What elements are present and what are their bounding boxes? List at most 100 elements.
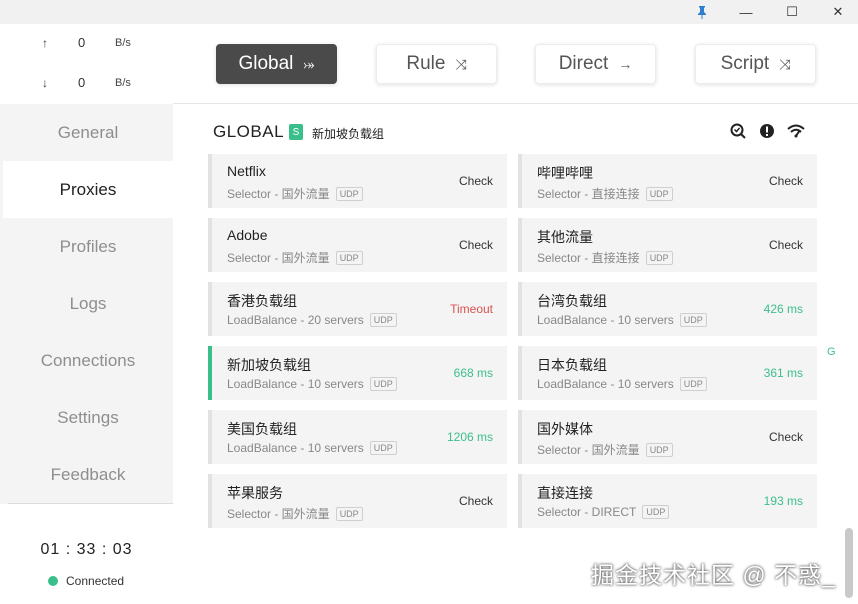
proxy-card-indicator (208, 474, 212, 528)
nav-item-settings[interactable]: Settings (3, 389, 173, 446)
connected-dot-icon (48, 576, 58, 586)
nav-item-proxies[interactable]: Proxies (3, 161, 173, 218)
proxy-type: LoadBalance - 10 servers (227, 441, 364, 455)
mode-script-label: Script (720, 53, 770, 74)
proxy-type: Selector - 国外流量 (227, 187, 330, 201)
proxy-card[interactable]: 其他流量 Selector - 直接连接 UDP Check (518, 218, 817, 272)
proxy-delay[interactable]: Check (459, 238, 493, 252)
mode-global-label: Global (238, 53, 294, 74)
proxy-delay[interactable]: Check (459, 174, 493, 188)
proxy-card[interactable]: 直接连接 Selector - DIRECT UDP 193 ms (518, 474, 817, 528)
proxy-name: 国外媒体 (537, 421, 593, 437)
proxy-card-indicator (208, 282, 212, 336)
udp-badge: UDP (369, 313, 397, 327)
proxy-name: 美国负载组 (227, 421, 297, 437)
mode-rule-button[interactable]: Rule ⤨ (376, 44, 497, 84)
proxy-card[interactable]: 国外媒体 Selector - 国外流量 UDP Check (518, 410, 817, 464)
upload-speed-unit: B/s (115, 37, 131, 49)
maximize-button[interactable]: ☐ (772, 0, 812, 24)
proxy-type: LoadBalance - 10 servers (537, 313, 674, 327)
mode-direct-button[interactable]: Direct → (535, 44, 656, 84)
proxy-card[interactable]: 苹果服务 Selector - 国外流量 UDP Check (208, 474, 507, 528)
mode-script-button[interactable]: Script ⤨ (695, 44, 816, 84)
nav-item-profiles[interactable]: Profiles (3, 218, 173, 275)
mode-global-button[interactable]: Global ⤖ (216, 44, 337, 84)
udp-badge: UDP (642, 505, 670, 519)
status-panel: 01 : 33 : 03 Connected (0, 504, 173, 604)
udp-badge: UDP (645, 250, 673, 265)
proxy-subtitle: LoadBalance - 20 servers UDP (227, 313, 397, 327)
download-arrow-icon: ↓ (42, 76, 48, 90)
proxy-card-indicator (208, 154, 212, 208)
proxy-card[interactable]: 香港负载组 LoadBalance - 20 servers UDP Timeout (208, 282, 507, 336)
scrollbar[interactable] (845, 528, 853, 598)
proxy-card-indicator (208, 346, 212, 400)
connection-status-label: Connected (66, 574, 125, 588)
proxy-delay[interactable]: Check (769, 430, 803, 444)
proxy-subtitle: LoadBalance - 10 servers UDP (537, 377, 707, 391)
proxy-name: 哔哩哔哩 (537, 165, 593, 181)
proxy-card[interactable]: Adobe Selector - 国外流量 UDP Check (208, 218, 507, 272)
proxy-delay[interactable]: 668 ms (454, 366, 493, 380)
proxy-card-indicator (518, 282, 522, 336)
udp-badge: UDP (645, 186, 673, 201)
proxy-card[interactable]: 台湾负载组 LoadBalance - 10 servers UDP 426 ms (518, 282, 817, 336)
nav-item-general[interactable]: General (3, 104, 173, 161)
upload-arrow-icon: ↑ (42, 36, 48, 50)
proxy-name: 日本负载组 (537, 357, 607, 373)
proxy-card[interactable]: 哔哩哔哩 Selector - 直接连接 UDP Check (518, 154, 817, 208)
script-mode-icon: ⤨ (779, 55, 791, 72)
proxy-subtitle: LoadBalance - 10 servers UDP (537, 313, 707, 327)
rule-mode-icon: ⤨ (455, 55, 467, 72)
proxy-card-indicator (518, 154, 522, 208)
alert-icon[interactable] (758, 122, 776, 140)
proxy-card-indicator (518, 346, 522, 400)
proxy-delay[interactable]: Check (769, 238, 803, 252)
proxy-subtitle: Selector - 国外流量 UDP (227, 185, 363, 202)
proxy-group-header[interactable]: GLOBAL S 新加坡负载组 (213, 122, 813, 144)
nav-item-logs[interactable]: Logs (3, 275, 173, 332)
udp-badge: UDP (645, 442, 673, 457)
proxy-delay[interactable]: 1206 ms (447, 430, 493, 444)
proxy-subtitle: Selector - 国外流量 UDP (227, 505, 363, 522)
proxy-delay[interactable]: Check (769, 174, 803, 188)
wifi-speed-icon[interactable] (787, 122, 805, 140)
proxy-name: 其他流量 (537, 229, 593, 245)
uptime-timer: 01 : 33 : 03 (40, 541, 133, 558)
udp-badge: UDP (335, 506, 363, 521)
proxy-subtitle: LoadBalance - 10 servers UDP (227, 441, 397, 455)
proxy-card[interactable]: Netflix Selector - 国外流量 UDP Check (208, 154, 507, 208)
proxy-delay[interactable]: Timeout (450, 302, 493, 316)
proxy-name: Netflix (227, 163, 266, 179)
proxy-subtitle: Selector - DIRECT UDP (537, 505, 670, 519)
proxy-card[interactable]: 日本负载组 LoadBalance - 10 servers UDP 361 ms (518, 346, 817, 400)
minimize-button[interactable]: — (726, 0, 766, 24)
main-panel: Global ⤖ Rule ⤨ Direct → Script ⤨ GLOBAL… (173, 24, 858, 604)
proxy-delay[interactable]: 361 ms (764, 366, 803, 380)
proxy-type: Selector - 国外流量 (227, 507, 330, 521)
search-icon[interactable] (729, 122, 747, 140)
proxy-delay[interactable]: 426 ms (764, 302, 803, 316)
pin-icon[interactable] (682, 0, 722, 24)
proxy-subtitle: Selector - 直接连接 UDP (537, 185, 673, 202)
proxy-type: Selector - 国外流量 (537, 443, 640, 457)
udp-badge: UDP (335, 250, 363, 265)
nav-item-connections[interactable]: Connections (3, 332, 173, 389)
watermark: 掘金技术社区 @ 不惑_ (591, 562, 836, 588)
proxy-card-indicator (208, 410, 212, 464)
global-mode-icon: ⤖ (303, 55, 315, 72)
close-button[interactable]: ✕ (818, 0, 858, 24)
mode-bar: Global ⤖ Rule ⤨ Direct → Script ⤨ (173, 24, 858, 104)
group-title: GLOBAL (213, 122, 285, 141)
udp-badge: UDP (369, 377, 397, 391)
proxy-name: 香港负载组 (227, 293, 297, 309)
proxy-card[interactable]: 美国负载组 LoadBalance - 10 servers UDP 1206 ms (208, 410, 507, 464)
proxy-card[interactable]: 新加坡负载组 LoadBalance - 10 servers UDP 668 ms (208, 346, 507, 400)
proxy-delay[interactable]: 193 ms (764, 494, 803, 508)
nav-item-feedback[interactable]: Feedback (3, 446, 173, 503)
proxy-subtitle: Selector - 直接连接 UDP (537, 249, 673, 266)
proxy-delay[interactable]: Check (459, 494, 493, 508)
proxy-name: 新加坡负载组 (227, 357, 311, 373)
title-bar: — ☐ ✕ (0, 0, 858, 24)
proxy-type: LoadBalance - 10 servers (227, 377, 364, 391)
